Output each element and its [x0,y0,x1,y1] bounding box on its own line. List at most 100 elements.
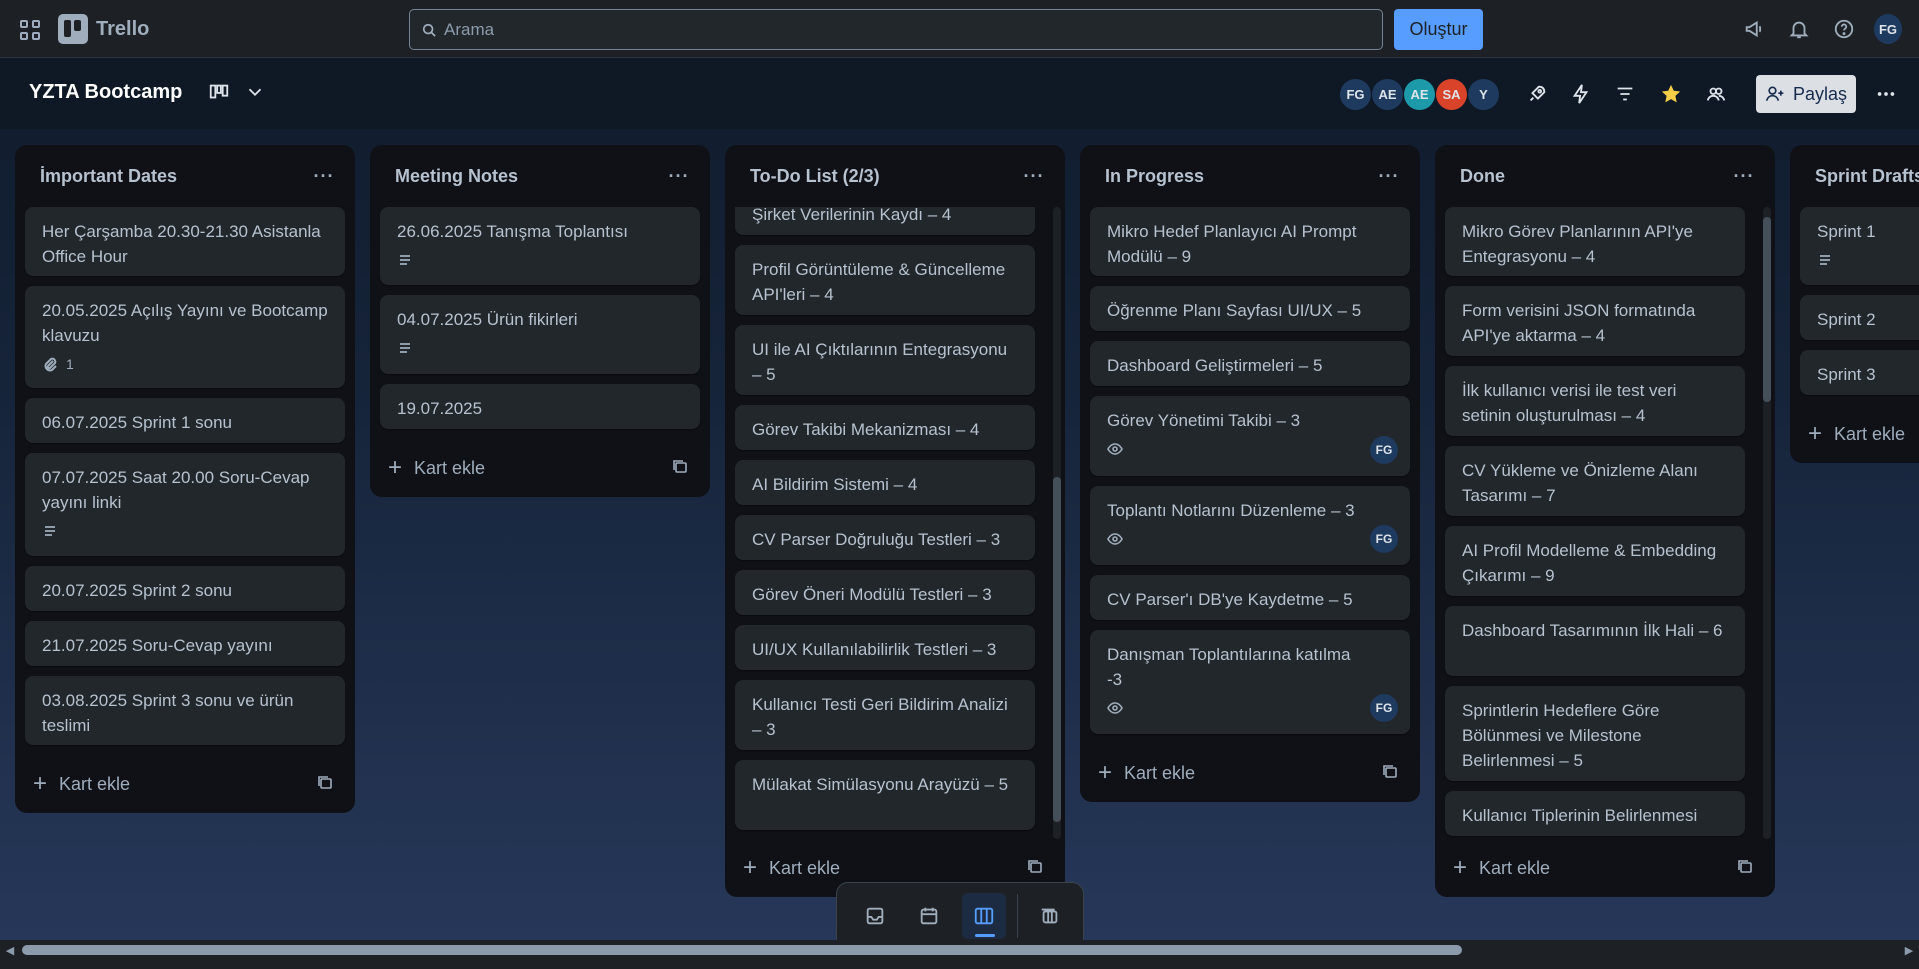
visibility-icon[interactable] [1703,81,1729,107]
card[interactable]: Sprint 2 [1800,295,1919,340]
switch-boards-button[interactable] [1029,893,1073,939]
card[interactable]: Görev Yönetimi Takibi – 3 FG [1090,396,1410,476]
create-button[interactable]: Oluştur [1394,9,1483,50]
list-title[interactable]: In Progress [1105,166,1204,187]
card[interactable]: Öğrenme Planı Sayfası UI/UX – 5 [1090,286,1410,331]
card[interactable]: UI ile AI Çıktılarının Entegrasyonu – 5 [735,325,1035,395]
add-card-button[interactable]: + Kart ekle [743,851,840,885]
add-card-button[interactable]: + Kart ekle [1098,756,1195,790]
card[interactable]: 04.07.2025 Ürün fikirleri [380,295,700,374]
card[interactable]: 20.05.2025 Açılış Yayını ve Bootcamp kla… [25,286,345,388]
card[interactable]: Dashboard Tasarımının İlk Hali – 6 [1445,606,1745,676]
planner-button[interactable] [908,893,952,939]
announcement-icon[interactable] [1740,15,1768,43]
list-menu-icon[interactable]: ··· [1374,163,1404,189]
card-template-icon[interactable] [1023,855,1047,879]
star-icon[interactable] [1658,81,1684,107]
share-button[interactable]: Paylaş [1756,75,1856,113]
card[interactable]: 03.08.2025 Sprint 3 sonu ve ürün teslimi [25,676,345,745]
add-card-button[interactable]: + Kart ekle [388,451,485,485]
list-scrollbar[interactable] [1763,207,1771,839]
card[interactable]: CV Parser Doğruluğu Testleri – 3 [735,515,1035,560]
list-title[interactable]: To-Do List (2/3) [750,166,880,187]
card[interactable]: Görev Takibi Mekanizması – 4 [735,405,1035,450]
card-template-icon[interactable] [1733,855,1757,879]
board-horizontal-scrollbar[interactable]: ◀ ▶ [0,940,1919,960]
card[interactable]: Sprint 3 [1800,350,1919,395]
add-card-button[interactable]: + Kart ekle [33,767,130,801]
account-avatar[interactable]: FG [1874,14,1902,44]
card[interactable]: 07.07.2025 Saat 20.00 Soru-Cevap yayını … [25,453,345,556]
card-member-avatar[interactable]: FG [1370,525,1398,553]
member-avatar[interactable]: FG [1340,79,1371,110]
card[interactable]: Dashboard Geliştirmeleri – 5 [1090,341,1410,386]
card[interactable]: Danışman Toplantılarına katılma -3 FG [1090,630,1410,734]
app-switcher-icon[interactable] [18,18,42,42]
list-title[interactable]: Sprint Drafts [1815,166,1919,187]
card[interactable]: CV Parser'ı DB'ye Kaydetme – 5 [1090,575,1410,620]
card[interactable]: UI/UX Kullanılabilirlik Testleri – 3 [735,625,1035,670]
power-ups-rocket-icon[interactable] [1524,81,1550,107]
add-card-button[interactable]: + Kart ekle [1453,851,1550,885]
card[interactable]: Mikro Hedef Planlayıcı AI Prompt Modülü … [1090,207,1410,276]
help-icon[interactable] [1830,15,1858,43]
card-template-icon[interactable] [668,455,692,479]
search-box[interactable] [409,9,1383,50]
card[interactable]: Kullanıcı Testi Geri Bildirim Analizi – … [735,680,1035,750]
trello-logo[interactable]: Trello [58,14,149,44]
list-title[interactable]: Meeting Notes [395,166,518,187]
board-title[interactable]: YZTA Bootcamp [29,81,182,104]
board-button[interactable] [962,893,1006,939]
card[interactable]: Sprintlerin Hedeflere Göre Bölünmesi ve … [1445,686,1745,781]
card[interactable]: 19.07.2025 [380,384,700,429]
list-scroll-area[interactable]: Şirket Verilerinin Kaydı – 4 Profil Görü… [725,207,1065,839]
list-scrollbar[interactable] [1053,207,1061,839]
card[interactable]: 06.07.2025 Sprint 1 sonu [25,398,345,443]
member-avatar[interactable]: SA [1436,79,1467,110]
card[interactable]: AI Bildirim Sistemi – 4 [735,460,1035,505]
inbox-button[interactable] [853,893,897,939]
automation-bolt-icon[interactable] [1568,81,1594,107]
card[interactable]: Görev Öneri Modülü Testleri – 3 [735,570,1035,615]
card-member-avatar[interactable]: FG [1370,436,1398,464]
card[interactable]: Sprint 1 [1800,207,1919,285]
card[interactable]: Her Çarşamba 20.30-21.30 Asistanla Offic… [25,207,345,276]
board-menu-icon[interactable] [1873,81,1899,107]
card[interactable]: 21.07.2025 Soru-Cevap yayını [25,621,345,666]
member-avatar[interactable]: Y [1468,79,1499,110]
search-input[interactable] [444,19,1344,40]
card[interactable]: İlk kullanıcı verisi ile test veri setin… [1445,366,1745,436]
list-menu-icon[interactable]: ··· [1729,163,1759,189]
card[interactable]: Mikro Görev Planlarının API'ye Entegrasy… [1445,207,1745,276]
card-member-avatar[interactable]: FG [1370,694,1398,722]
card-template-icon[interactable] [313,771,337,795]
filter-icon[interactable] [1612,81,1638,107]
scroll-left-arrow-icon[interactable]: ◀ [3,943,17,957]
list-title[interactable]: Done [1460,166,1505,187]
card[interactable]: AI Profil Modelleme & Embedding Çıkarımı… [1445,526,1745,596]
list-menu-icon[interactable]: ··· [309,163,339,189]
board-scrollbar-thumb[interactable] [22,945,1462,955]
scroll-right-arrow-icon[interactable]: ▶ [1902,943,1916,957]
card[interactable]: Mülakat Simülasyonu Arayüzü – 5 [735,760,1035,830]
notifications-bell-icon[interactable] [1785,15,1813,43]
card[interactable]: CV Yükleme ve Önizleme Alanı Tasarımı – … [1445,446,1745,516]
card[interactable]: Kullanıcı Tiplerinin Belirlenmesi [1445,791,1745,836]
card[interactable]: Profil Görüntüleme & Güncelleme API'leri… [735,245,1035,315]
list-scroll-area[interactable]: Mikro Görev Planlarının API'ye Entegrasy… [1435,207,1775,839]
card[interactable]: Toplantı Notlarını Düzenleme – 3 FG [1090,486,1410,565]
card[interactable]: Form verisini JSON formatında API'ye akt… [1445,286,1745,356]
add-card-button[interactable]: + Kart ekle [1808,417,1905,451]
card[interactable]: 20.07.2025 Sprint 2 sonu [25,566,345,611]
board-view-switcher[interactable] [208,81,266,103]
member-avatar[interactable]: AE [1372,79,1403,110]
list-scrollbar-thumb[interactable] [1053,477,1061,822]
list-menu-icon[interactable]: ··· [664,163,694,189]
card[interactable]: 26.06.2025 Tanışma Toplantısı [380,207,700,285]
list-menu-icon[interactable]: ··· [1019,163,1049,189]
list-title[interactable]: İmportant Dates [40,166,177,187]
list-scrollbar-thumb[interactable] [1763,217,1771,402]
member-avatar[interactable]: AE [1404,79,1435,110]
card-template-icon[interactable] [1378,760,1402,784]
card[interactable]: Şirket Verilerinin Kaydı – 4 [735,207,1035,235]
